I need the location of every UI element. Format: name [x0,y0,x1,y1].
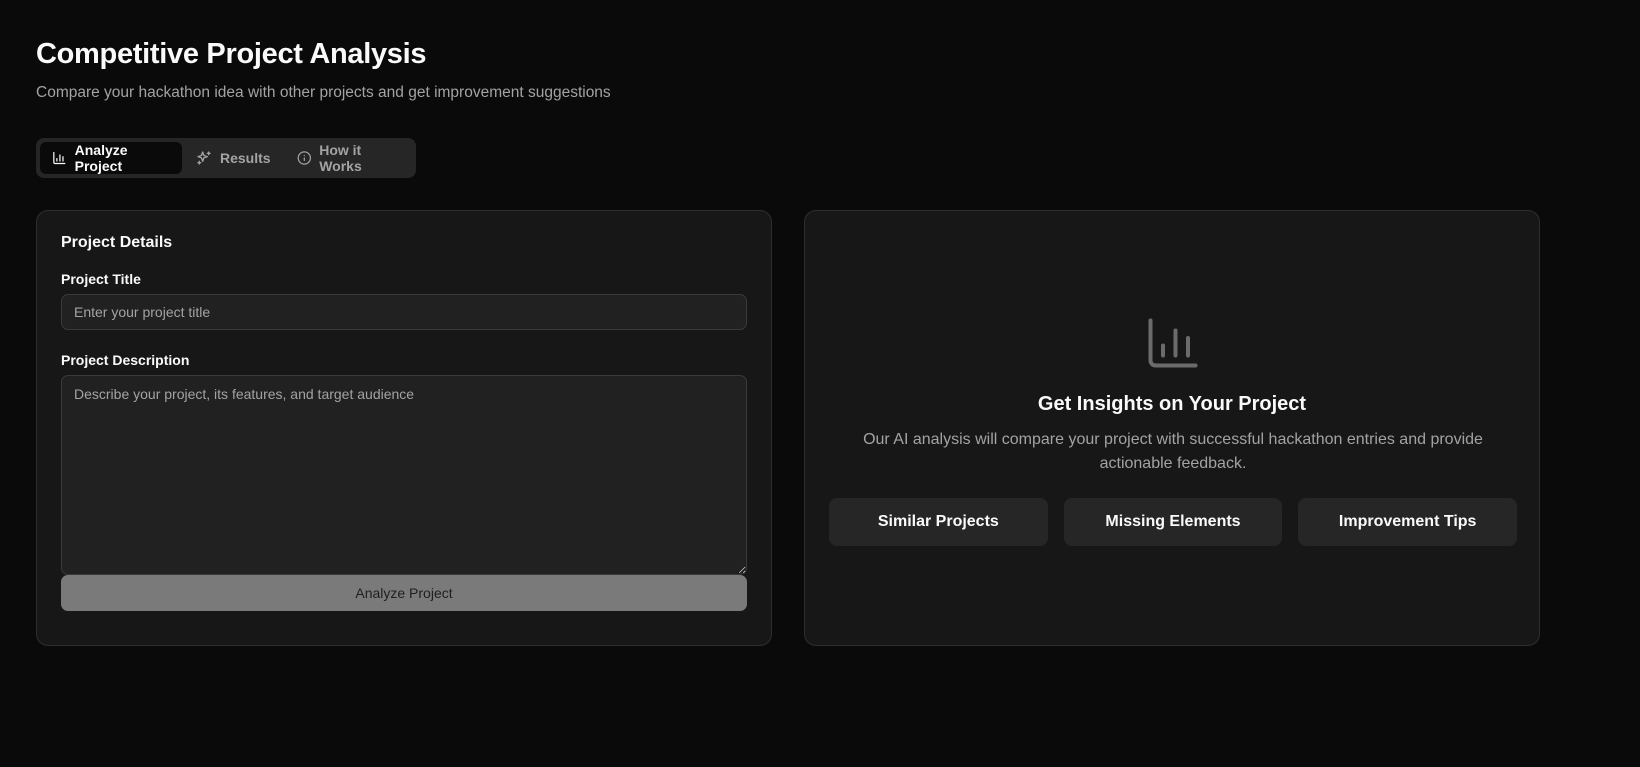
project-title-label: Project Title [61,271,141,287]
tab-results[interactable]: Results [184,142,283,174]
feature-list: Similar Projects Missing Elements Improv… [829,498,1518,546]
project-title-input[interactable] [61,294,747,330]
feature-improvement-tips: Improvement Tips [1298,498,1518,546]
project-details-card: Project Details Project Title Project De… [36,210,772,646]
bar-chart-icon [53,151,66,165]
bar-chart-icon [1148,318,1198,368]
analyze-project-button[interactable]: Analyze Project [61,575,747,611]
insights-card: Get Insights on Your Project Our AI anal… [804,210,1540,646]
card-title: Project Details [61,234,173,251]
tab-label: Analyze Project [74,142,128,174]
info-icon [297,151,311,165]
sparkles-icon [197,151,211,165]
page-header: Competitive Project Analysis Compare you… [36,38,611,102]
tab-analyze-project[interactable]: Analyze Project [40,142,182,174]
insights-title: Get Insights on Your Project [1037,393,1307,415]
page-subtitle: Compare your hackathon idea with other p… [36,84,611,101]
tab-label: How it Works [319,142,362,174]
tab-bar: Analyze Project Results How it Works [36,138,416,178]
page: Competitive Project Analysis Compare you… [0,0,1640,767]
project-description-label: Project Description [61,352,190,368]
feature-missing-elements: Missing Elements [1063,498,1283,546]
tab-how-it-works[interactable]: How it Works [285,142,412,174]
feature-similar-projects: Similar Projects [829,498,1048,546]
insights-description: Our AI analysis will compare your projec… [863,431,1483,472]
tab-label: Results [220,150,271,166]
page-title: Competitive Project Analysis [36,38,427,70]
project-description-textarea[interactable] [61,375,747,575]
